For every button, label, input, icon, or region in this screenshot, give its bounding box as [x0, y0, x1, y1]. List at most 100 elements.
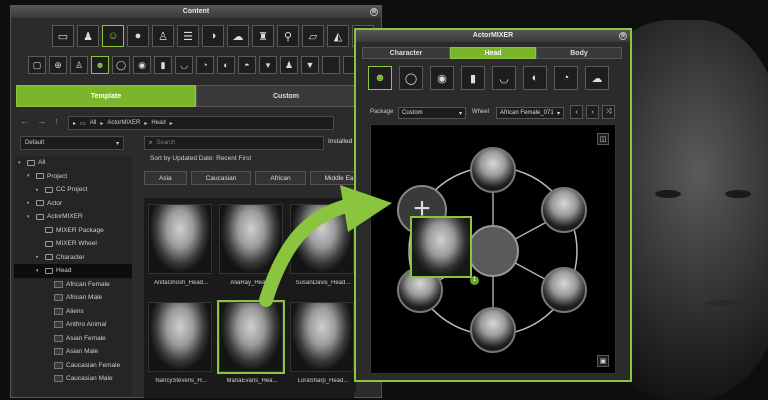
- sort-label[interactable]: Sort by Updated Date: Recent First: [150, 155, 251, 162]
- tree-item[interactable]: ▾ All: [14, 156, 132, 170]
- library-dropdown[interactable]: Default ▾: [20, 136, 124, 150]
- tree-item[interactable]: ▸ Actor: [14, 197, 132, 211]
- wheel-icon[interactable]: ⊕: [49, 56, 67, 74]
- tab-body[interactable]: Body: [536, 47, 622, 59]
- close-icon[interactable]: ⊗: [619, 32, 627, 40]
- eye-icon[interactable]: ◉: [133, 56, 151, 74]
- breadcrumb-head[interactable]: Head: [151, 120, 165, 126]
- shuffle-icon[interactable]: ⤨: [602, 105, 615, 119]
- snapshot-icon[interactable]: ▣: [597, 355, 609, 367]
- breadcrumb-all[interactable]: All: [90, 120, 97, 126]
- filter-african[interactable]: African: [255, 171, 306, 185]
- tree-item[interactable]: Caucasian Male: [14, 372, 132, 386]
- expand-arrow-icon[interactable]: ▸: [27, 200, 33, 206]
- expand-arrow-icon[interactable]: ▾: [18, 160, 24, 166]
- ear-icon[interactable]: ◔: [554, 66, 578, 90]
- folder-icon[interactable]: ▭: [52, 25, 74, 47]
- expand-arrow-icon[interactable]: ▾: [27, 173, 33, 179]
- filter-caucasian[interactable]: Caucasian: [190, 171, 252, 185]
- back-icon[interactable]: ←: [20, 116, 29, 126]
- breadcrumb-actormixer[interactable]: ActorMIXER: [107, 120, 140, 126]
- tree-item[interactable]: ▸ Character: [14, 251, 132, 265]
- mouth-icon[interactable]: ◡: [492, 66, 516, 90]
- tree-item[interactable]: Asian Female: [14, 332, 132, 346]
- head-card-selected[interactable]: MariaEvans_Hea...: [217, 300, 285, 392]
- head-card[interactable]: LoraSharp_Head...: [290, 302, 356, 392]
- package-dropdown[interactable]: Custom ▾: [398, 107, 466, 119]
- nose-icon[interactable]: ▮: [154, 56, 172, 74]
- tree-item[interactable]: MIXER Package: [14, 224, 132, 238]
- expand-arrow-icon[interactable]: ▾: [27, 214, 33, 220]
- head-icon[interactable]: ☻: [91, 56, 109, 74]
- tree-item[interactable]: ▸ CC Project: [14, 183, 132, 197]
- tree-item[interactable]: African Female: [14, 278, 132, 292]
- head-card[interactable]: NancyStevens_H...: [148, 302, 214, 392]
- skull-icon[interactable]: ◓: [238, 56, 256, 74]
- search-placeholder: Search: [156, 140, 176, 146]
- motion-icon[interactable]: ☰: [177, 25, 199, 47]
- tree-item[interactable]: ▾ ActorMIXER: [14, 210, 132, 224]
- wheel-dropdown[interactable]: African Female_071 ▾: [496, 107, 564, 119]
- jaw-icon[interactable]: ◐: [523, 66, 547, 90]
- face-outline-icon[interactable]: ◯: [112, 56, 130, 74]
- wheel-slot-head[interactable]: [541, 187, 587, 233]
- mouth-icon[interactable]: ◡: [175, 56, 193, 74]
- forward-icon[interactable]: →: [37, 116, 46, 126]
- neck-icon[interactable]: ▾: [259, 56, 277, 74]
- up-icon[interactable]: ↑: [54, 116, 59, 126]
- body-icon[interactable]: ♟: [280, 56, 298, 74]
- next-wheel-button[interactable]: ›: [586, 105, 599, 119]
- tab-template[interactable]: Template: [16, 85, 196, 107]
- expand-arrow-icon[interactable]: ▸: [36, 187, 42, 193]
- expand-arrow-icon[interactable]: ▸: [36, 254, 42, 260]
- hair-icon[interactable]: ☁: [585, 66, 609, 90]
- jaw-icon[interactable]: ◐: [217, 56, 235, 74]
- head-card[interactable]: AnitaGhosh_Head...: [148, 204, 214, 294]
- tree-item[interactable]: Asian Male: [14, 345, 132, 359]
- character-icon[interactable]: ♙: [70, 56, 88, 74]
- head-card[interactable]: AliaRay_Head...: [219, 204, 285, 294]
- wheel-slot-head[interactable]: [541, 267, 587, 313]
- pose-icon[interactable]: ⚲: [277, 25, 299, 47]
- ear-icon[interactable]: ◔: [196, 56, 214, 74]
- close-icon[interactable]: ⊗: [370, 8, 378, 16]
- hair-icon[interactable]: ☁: [227, 25, 249, 47]
- filter-asia[interactable]: Asia: [144, 171, 187, 185]
- tree-item[interactable]: ▾ Head: [14, 264, 132, 278]
- tree-item[interactable]: African Male: [14, 291, 132, 305]
- tree-item[interactable]: Aliens: [14, 305, 132, 319]
- wheel-slot-head[interactable]: [470, 307, 516, 353]
- head-card[interactable]: SusanDavis_Head...: [290, 204, 356, 294]
- shirt-icon[interactable]: ▼: [301, 56, 319, 74]
- prev-wheel-button[interactable]: ‹: [570, 105, 583, 119]
- tree-item[interactable]: Caucasian Female: [14, 359, 132, 373]
- search-input[interactable]: ⌕ Search: [144, 136, 324, 150]
- tree-item[interactable]: ▾ Project: [14, 170, 132, 184]
- installed-filter[interactable]: Installed: [328, 138, 352, 145]
- nose-icon[interactable]: ▮: [461, 66, 485, 90]
- head-icon[interactable]: ☻: [368, 66, 392, 90]
- expand-arrow-icon[interactable]: ▾: [36, 268, 42, 274]
- scene-icon[interactable]: ◭: [327, 25, 349, 47]
- package-icon[interactable]: ▢: [28, 56, 46, 74]
- tree-item[interactable]: Anthro Animal: [14, 318, 132, 332]
- face-outline-icon[interactable]: ◯: [399, 66, 423, 90]
- wheel-settings-icon[interactable]: ◫: [597, 133, 609, 145]
- actormixer-icon[interactable]: ☺: [102, 25, 124, 47]
- breadcrumb[interactable]: ▸ ▭ All ▸ ActorMIXER ▸ Head ▸: [68, 116, 334, 130]
- skin-icon[interactable]: ●: [127, 25, 149, 47]
- dragged-head-thumbnail[interactable]: [410, 216, 472, 278]
- tab-character[interactable]: Character: [362, 47, 450, 59]
- face-icon[interactable]: ◑: [202, 25, 224, 47]
- prop-icon[interactable]: ♜: [252, 25, 274, 47]
- tab-custom[interactable]: Custom: [196, 85, 376, 107]
- tree-item[interactable]: MIXER Wheel: [14, 237, 132, 251]
- eye-icon[interactable]: ◉: [430, 66, 454, 90]
- tab-head[interactable]: Head: [450, 47, 536, 59]
- morph-icon[interactable]: ▱: [302, 25, 324, 47]
- people-icon[interactable]: ♟: [77, 25, 99, 47]
- blend-center-icon[interactable]: [467, 225, 519, 277]
- empty-slot-icon[interactable]: [322, 56, 340, 74]
- wheel-slot-head[interactable]: [470, 147, 516, 193]
- clothing-icon[interactable]: ♙: [152, 25, 174, 47]
